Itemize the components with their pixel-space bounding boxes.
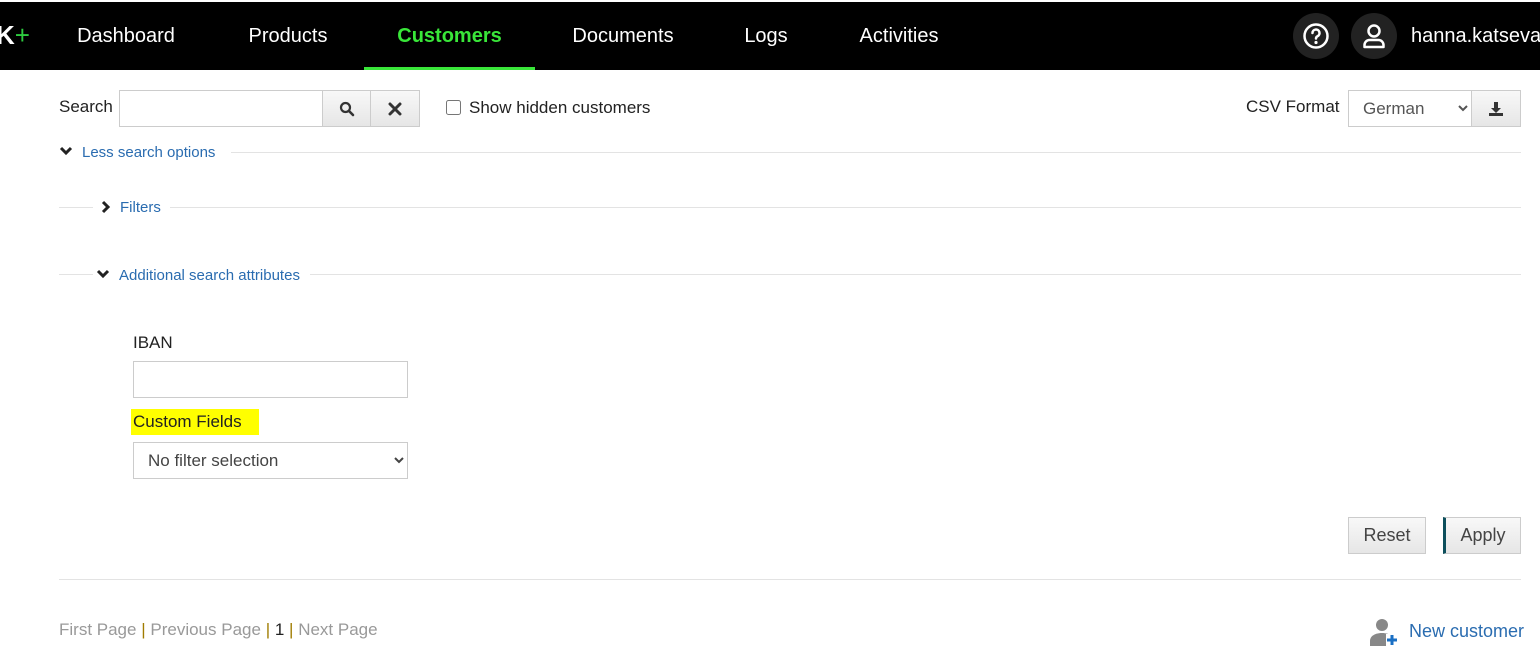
nav-logs[interactable]: Logs (728, 2, 804, 70)
separator: | (141, 620, 146, 639)
nav-documents[interactable]: Documents (552, 2, 694, 70)
chevron-right-icon (101, 200, 111, 214)
divider (170, 207, 1521, 208)
previous-page-link[interactable]: Previous Page (150, 620, 261, 639)
logo[interactable]: K+ (0, 20, 30, 51)
iban-input[interactable] (133, 361, 408, 398)
next-page-link[interactable]: Next Page (298, 620, 377, 639)
user-icon (1363, 24, 1385, 49)
top-navigation-bar: K+ Dashboard Products Customers Document… (0, 0, 1540, 70)
separator: | (289, 620, 294, 639)
current-page: 1 (274, 620, 285, 639)
divider (59, 274, 93, 275)
nav-activities[interactable]: Activities (840, 2, 958, 70)
chevron-down-icon (96, 269, 110, 279)
nav-dashboard[interactable]: Dashboard (58, 2, 194, 70)
separator: | (265, 620, 271, 639)
search-input[interactable] (119, 90, 323, 127)
new-customer-link[interactable]: New customer (1409, 621, 1524, 642)
close-icon (388, 102, 402, 115)
help-button[interactable] (1293, 13, 1339, 59)
first-page-link[interactable]: First Page (59, 620, 136, 639)
clear-search-button[interactable] (370, 90, 420, 127)
custom-fields-label: Custom Fields (131, 409, 259, 435)
search-icon (339, 101, 354, 116)
divider (231, 152, 1521, 153)
search-label: Search (59, 97, 113, 116)
download-icon (1489, 101, 1503, 116)
apply-button[interactable]: Apply (1443, 517, 1521, 554)
help-icon (1303, 23, 1329, 49)
csv-download-button[interactable] (1471, 90, 1521, 127)
additional-attributes-toggle[interactable]: Additional search attributes (119, 267, 300, 284)
less-search-options-link[interactable]: Less search options (82, 144, 215, 161)
csv-format-label: CSV Format (1246, 97, 1340, 116)
divider (59, 579, 1521, 580)
filters-toggle[interactable]: Filters (120, 199, 161, 216)
add-user-icon[interactable] (1368, 617, 1400, 647)
username[interactable]: hanna.katseva (1411, 2, 1540, 70)
show-hidden-label[interactable]: Show hidden customers (469, 98, 650, 118)
show-hidden-checkbox[interactable] (446, 100, 461, 115)
iban-label: IBAN (133, 333, 173, 352)
csv-format-select[interactable]: German (1348, 90, 1472, 127)
nav-products[interactable]: Products (228, 2, 348, 70)
divider (310, 274, 1521, 275)
search-button[interactable] (322, 90, 371, 127)
chevron-down-icon (59, 146, 73, 156)
divider (59, 207, 93, 208)
nav-customers[interactable]: Customers (364, 2, 535, 70)
reset-button[interactable]: Reset (1348, 517, 1426, 554)
user-menu-button[interactable] (1351, 13, 1397, 59)
pagination: First Page | Previous Page | 1 | Next Pa… (59, 620, 378, 640)
custom-fields-select[interactable]: No filter selection (133, 442, 408, 479)
